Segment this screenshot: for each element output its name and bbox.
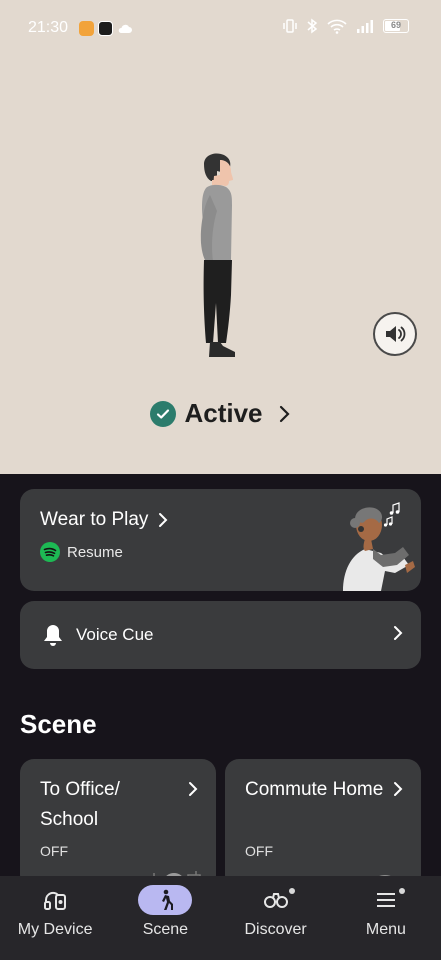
- active-status-link[interactable]: Active: [0, 398, 441, 429]
- listening-person-illustration: [343, 502, 415, 591]
- battery-indicator: 69: [383, 19, 409, 33]
- nav-my-device[interactable]: My Device: [0, 876, 110, 960]
- bell-icon: [44, 625, 62, 646]
- nav-icon-container: [359, 885, 413, 915]
- scene-card-office[interactable]: To Office/ School OFF: [20, 759, 216, 889]
- scene-card-commute-home[interactable]: Commute Home OFF: [225, 759, 421, 889]
- cloud-icon: [118, 24, 132, 33]
- wear-to-play-title: Wear to Play: [40, 509, 149, 530]
- standing-person-illustration: [200, 153, 235, 357]
- notification-dot: [398, 888, 405, 894]
- music-service-row[interactable]: Resume: [40, 542, 123, 562]
- scene-card-state: OFF: [40, 843, 68, 859]
- signal-icon: [357, 20, 373, 33]
- battery-level: 69: [390, 20, 401, 30]
- nav-discover[interactable]: Discover: [221, 876, 331, 960]
- chevron-right-icon: [159, 513, 168, 527]
- nav-icon-container: [249, 885, 303, 915]
- app-notification-icon: [98, 21, 113, 36]
- scene-card-title: Commute Home: [245, 779, 384, 800]
- scene-heading: Scene: [20, 709, 97, 739]
- chevron-right-icon: [189, 782, 198, 796]
- nav-label: Scene: [142, 921, 189, 938]
- bottom-navigation: My Device Scene Discover Menu: [0, 876, 441, 960]
- headphones-device-icon: [44, 891, 67, 910]
- menu-icon: [376, 893, 395, 907]
- vibrate-icon: [283, 19, 297, 33]
- hero-area: 21:30 69 Active: [0, 0, 441, 474]
- nav-menu[interactable]: Menu: [331, 876, 441, 960]
- resume-label: Resume: [67, 543, 123, 561]
- nav-label: Menu: [365, 921, 406, 938]
- status-label: Active: [184, 398, 263, 428]
- nav-icon-container: [138, 885, 193, 915]
- sound-toggle-button[interactable]: [373, 312, 417, 356]
- scene-card-title: To Office/ School: [40, 779, 120, 830]
- app-notification-icon: [79, 21, 94, 36]
- status-bar: 21:30 69: [0, 0, 441, 56]
- nav-icon-container: [28, 885, 82, 915]
- wear-to-play-header: Wear to Play: [40, 509, 168, 531]
- voice-cue-label: Voice Cue: [76, 625, 154, 644]
- notification-dot: [288, 888, 295, 894]
- nav-label: Discover: [244, 921, 307, 938]
- binoculars-icon: [263, 893, 288, 908]
- chevron-right-icon: [394, 626, 403, 640]
- chevron-right-icon: [279, 405, 290, 422]
- wifi-icon: [327, 19, 347, 34]
- status-time: 21:30: [28, 19, 69, 36]
- spotify-icon: [40, 542, 60, 562]
- check-circle-icon: [150, 400, 177, 427]
- chevron-right-icon: [394, 782, 403, 796]
- nav-scene[interactable]: Scene: [110, 876, 220, 960]
- walking-person-icon: [162, 889, 174, 910]
- wear-to-play-card[interactable]: Wear to Play Resume: [20, 489, 421, 591]
- speaker-icon: [386, 326, 406, 342]
- voice-cue-card[interactable]: Voice Cue: [20, 601, 421, 669]
- scene-card-state: OFF: [245, 843, 273, 859]
- bluetooth-icon: [307, 18, 318, 34]
- nav-label: My Device: [17, 921, 93, 938]
